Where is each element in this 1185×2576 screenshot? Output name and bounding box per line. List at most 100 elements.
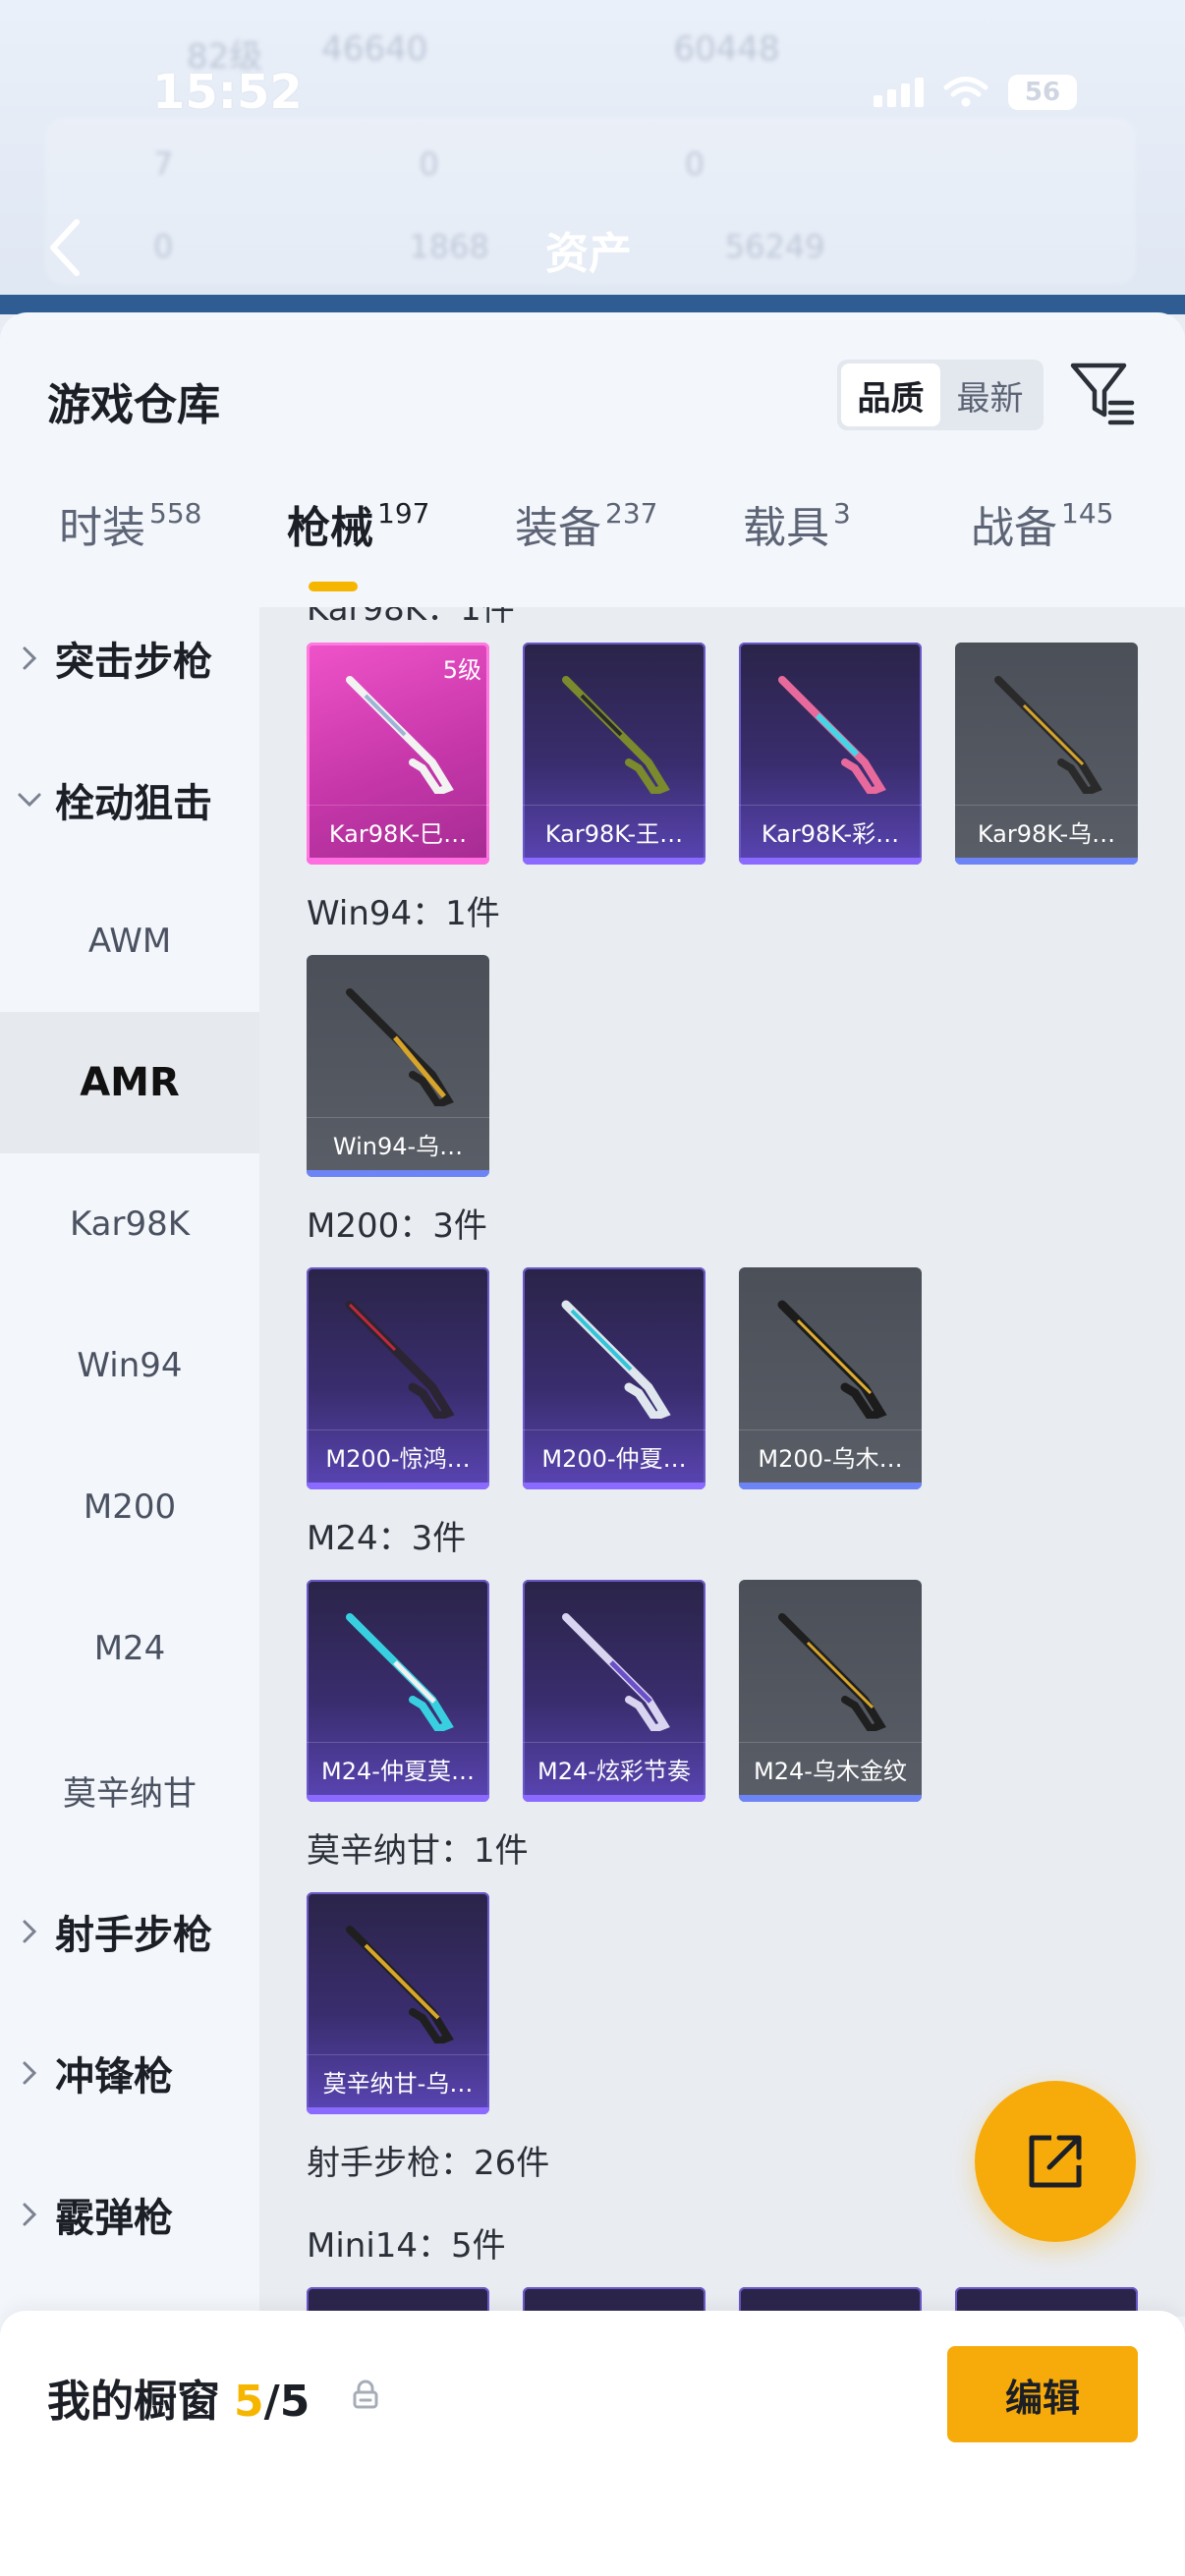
rifle-icon (346, 988, 454, 1106)
rifle-icon (562, 1613, 670, 1731)
tab-count: 3 (833, 497, 851, 530)
weapon-card[interactable]: M200-惊鸿… (307, 1267, 489, 1489)
chevron-right-icon (23, 2203, 37, 2226)
group-label-mosin: 莫辛纳甘：1件 (307, 1831, 529, 1871)
sidebar-item-win94[interactable]: Win94 (0, 1295, 259, 1436)
tab-supplies[interactable]: 战备 145 (971, 497, 1114, 558)
tab-label: 载具 (743, 503, 829, 553)
coin-count: 46640 (321, 29, 428, 69)
sidebar-item-kar98k[interactable]: Kar98K (0, 1153, 259, 1295)
lock-icon (353, 2380, 378, 2409)
chevron-down-icon (18, 793, 41, 808)
weapon-card[interactable]: M24-仲夏莫… (307, 1580, 489, 1802)
rarity-bar (523, 1483, 705, 1489)
showcase-label: 我的橱窗 (47, 2377, 220, 2427)
group-label-marksman: 射手步枪：26件 (307, 2144, 550, 2183)
sort-newest-button[interactable]: 最新 (940, 364, 1040, 426)
weapon-category-sidebar: 突击步枪 栓动狙击 AWM AMR Kar98K Win94 M200 M24 … (0, 607, 259, 2576)
chevron-right-icon (23, 1920, 37, 1943)
category-label: 突击步枪 (55, 640, 212, 685)
points-count: 60448 (673, 29, 780, 69)
tab-vehicles[interactable]: 载具 3 (743, 497, 851, 558)
sidebar-item-m24[interactable]: M24 (0, 1578, 259, 1719)
share-fab-button[interactable] (975, 2081, 1136, 2242)
rifle-icon (994, 676, 1102, 794)
weapon-card[interactable]: 5级 Kar98K-巳… (307, 643, 489, 865)
weapon-card[interactable]: Kar98K-彩… (739, 643, 922, 865)
share-icon (1029, 2135, 1082, 2188)
group-label-m200: M200：3件 (307, 1206, 487, 1246)
weapon-name: Kar98K-王… (523, 805, 705, 858)
wifi-icon (943, 77, 988, 107)
sidebar-item-shotgun[interactable]: 霰弹枪 (0, 2144, 259, 2285)
weapon-card[interactable]: Win94-乌… (307, 955, 489, 1177)
category-label: 霰弹枪 (55, 2196, 173, 2241)
group-label-kar98k: Kar98K：1件 (307, 607, 515, 629)
weapon-card[interactable]: 莫辛纳甘-乌… (307, 1892, 489, 2114)
chevron-right-icon (23, 646, 37, 670)
weapon-name: M200-惊鸿… (307, 1429, 489, 1483)
tab-count: 145 (1061, 497, 1114, 530)
weapon-name: Kar98K-彩… (739, 805, 922, 858)
sidebar-item-m200[interactable]: M200 (0, 1436, 259, 1578)
header-stripe (0, 295, 1185, 314)
tab-count: 237 (605, 497, 658, 530)
weapon-name: Kar98K-巳… (307, 805, 489, 858)
signal-icon (874, 78, 924, 107)
weapon-grid: Kar98K：1件 5级 Kar98K-巳… Kar98K-王… Kar98K-… (259, 607, 1185, 2317)
rifle-icon (778, 1613, 886, 1731)
rarity-bar (955, 858, 1138, 865)
weapon-name: M24-乌木金纹 (739, 1742, 922, 1795)
weapon-name: Kar98K-乌… (955, 805, 1138, 858)
tab-fashion[interactable]: 时装 558 (59, 497, 201, 558)
game-warehouse-sheet: 游戏仓库 品质 最新 时装 558 枪械 197 装备 237 载具 3 战备 … (0, 312, 1185, 2576)
showcase-total: /5 (263, 2377, 310, 2427)
showcase-count: 5 (234, 2377, 264, 2427)
rarity-bar (307, 1795, 489, 1802)
showcase-bar: 我的橱窗 5/5 编辑 (0, 2311, 1185, 2576)
weapon-card[interactable]: Kar98K-乌… (955, 643, 1138, 865)
stat-value: 7 (153, 145, 174, 183)
sidebar-item-mosin[interactable]: 莫辛纳甘 (0, 1719, 259, 1861)
weapon-name: M200-乌木… (739, 1429, 922, 1483)
weapon-name: M200-仲夏… (523, 1429, 705, 1483)
battery-icon: 56 (1008, 75, 1077, 110)
sort-toggle: 品质 最新 (837, 360, 1044, 430)
rarity-bar (307, 1483, 489, 1489)
showcase-title: 我的橱窗 5/5 (47, 2366, 310, 2429)
category-label: 射手步枪 (55, 1913, 212, 1958)
weapon-card[interactable]: M200-仲夏… (523, 1267, 705, 1489)
weapon-card[interactable]: Kar98K-王… (523, 643, 705, 865)
sidebar-item-bolt-sniper[interactable]: 栓动狙击 (0, 729, 259, 870)
back-arrow-icon[interactable] (43, 216, 86, 279)
rarity-bar (307, 858, 489, 865)
tab-label: 战备 (971, 503, 1057, 553)
rifle-icon (561, 1300, 671, 1419)
rarity-bar (739, 1483, 922, 1489)
category-label: 栓动狙击 (55, 781, 212, 826)
sort-quality-button[interactable]: 品质 (841, 364, 940, 426)
tab-weapons[interactable]: 枪械 197 (287, 497, 429, 558)
weapon-name: M24-炫彩节奏 (523, 1742, 705, 1795)
sidebar-item-amr[interactable]: AMR (0, 1012, 259, 1153)
weapon-card[interactable]: M200-乌木… (739, 1267, 922, 1489)
sidebar-item-assault-rifle[interactable]: 突击步枪 (0, 588, 259, 729)
stat-value: 0 (684, 145, 705, 183)
sidebar-item-marksman-rifle[interactable]: 射手步枪 (0, 1861, 259, 2002)
sidebar-item-smg[interactable]: 冲锋枪 (0, 2002, 259, 2144)
weapon-card[interactable]: M24-炫彩节奏 (523, 1580, 705, 1802)
filter-icon[interactable] (1069, 360, 1136, 428)
rarity-bar (307, 2107, 489, 2114)
rarity-bar (739, 1795, 922, 1802)
edit-button[interactable]: 编辑 (947, 2346, 1138, 2442)
stat-value: 0 (419, 145, 439, 183)
category-label: 冲锋枪 (55, 2054, 173, 2100)
sidebar-item-awm[interactable]: AWM (0, 870, 259, 1012)
rarity-bar (523, 1795, 705, 1802)
group-label-mini14: Mini14：5件 (307, 2226, 506, 2266)
weapon-card[interactable]: M24-乌木金纹 (739, 1580, 922, 1802)
tab-equipment[interactable]: 装备 237 (515, 497, 658, 558)
sheet-header: 游戏仓库 品质 最新 时装 558 枪械 197 装备 237 载具 3 战备 … (0, 312, 1185, 607)
rifle-icon (345, 1300, 455, 1419)
rifle-icon (562, 676, 670, 794)
